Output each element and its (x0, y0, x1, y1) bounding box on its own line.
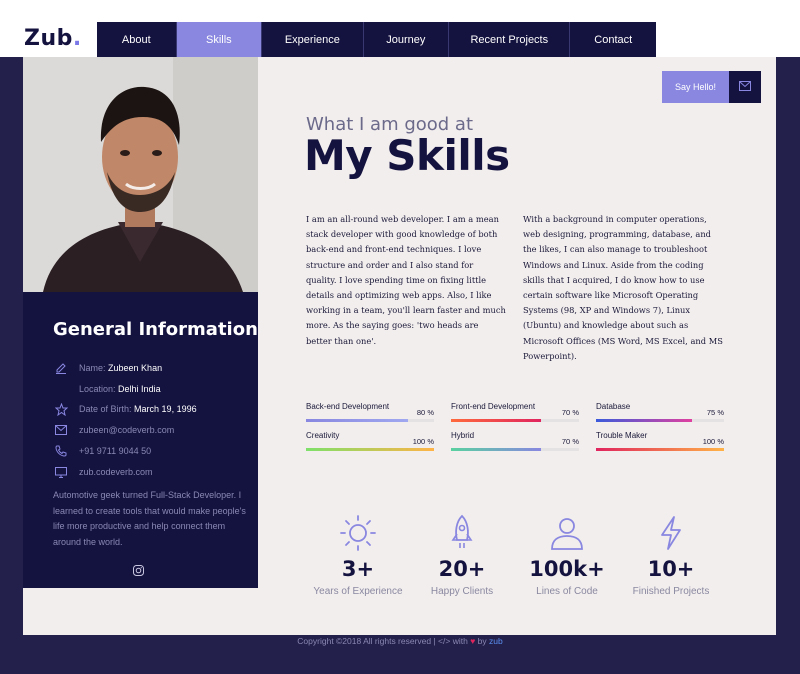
skill-bar: Hybrid 70 % (451, 431, 579, 451)
skill-name: Back-end Development (306, 402, 390, 411)
phone-icon (53, 443, 69, 459)
stat-number: 100k+ (529, 557, 605, 581)
section-title: My Skills (304, 131, 510, 180)
footer-by: by (477, 636, 487, 646)
stat-clients: 20+ Happy Clients (412, 514, 512, 597)
sun-icon (340, 515, 376, 551)
stat-number: 20+ (438, 557, 486, 581)
dob-key: Date of Birth: (79, 404, 132, 414)
skill-fill (596, 419, 692, 422)
mail-button[interactable] (729, 71, 761, 103)
rocket-icon (451, 514, 473, 548)
skill-fill (306, 419, 409, 422)
about-left-paragraph: I am an all-round web developer. I am a … (306, 214, 506, 346)
dob-value: March 19, 1996 (134, 404, 197, 414)
say-hello-button[interactable]: Say Hello! (662, 71, 729, 103)
info-location: Location: Delhi India (53, 381, 161, 397)
skill-track (596, 448, 724, 451)
logo[interactable]: Zub. (24, 26, 82, 51)
skill-bar: Database 75 % (596, 402, 724, 422)
skill-fill (596, 448, 724, 451)
nav-journey[interactable]: Journey (364, 22, 450, 57)
skill-fill (451, 448, 541, 451)
stat-code: 100k+ Lines of Code (517, 514, 617, 597)
stat-experience: 3+ Years of Experience (308, 514, 408, 597)
nav-experience[interactable]: Experience (262, 22, 364, 57)
nav-recent-projects[interactable]: Recent Projects (449, 22, 571, 57)
skill-name: Hybrid (451, 431, 475, 440)
footer-brand-link[interactable]: zub (489, 636, 503, 646)
email-link[interactable]: zubeen@codeverb.com (79, 425, 174, 435)
skill-track (306, 448, 434, 451)
location-key: Location: (79, 384, 116, 394)
star-icon (53, 401, 69, 417)
name-value: Zubeen Khan (108, 363, 163, 373)
info-dob: Date of Birth: March 19, 1996 (53, 401, 197, 417)
skill-percent: 100 % (702, 437, 724, 446)
nav-contact[interactable]: Contact (570, 22, 656, 57)
copyright-text: Copyright ©2018 All rights reserved | </… (297, 636, 468, 646)
footer: Copyright ©2018 All rights reserved | </… (0, 636, 800, 646)
nav-skills[interactable]: Skills (176, 22, 263, 57)
name-key: Name: (79, 363, 106, 373)
pencil-icon (53, 360, 69, 376)
skill-percent: 70 % (561, 408, 579, 417)
skill-fill (451, 419, 541, 422)
skill-track (306, 419, 434, 422)
user-icon (551, 518, 583, 550)
envelope-icon (739, 78, 751, 96)
stat-number: 3+ (341, 557, 375, 581)
skill-percent: 75 % (706, 408, 724, 417)
nav-about[interactable]: About (97, 22, 177, 57)
info-name: Name: Zubeen Khan (53, 360, 162, 376)
skill-bar: Back-end Development 80 % (306, 402, 434, 422)
website-link[interactable]: zub.codeverb.com (79, 467, 153, 477)
stat-label: Finished Projects (632, 586, 710, 597)
stat-number: 10+ (647, 557, 695, 581)
stat-label: Happy Clients (430, 586, 494, 597)
skill-bar: Trouble Maker 100 % (596, 431, 724, 451)
skill-bar: Creativity 100 % (306, 431, 434, 451)
skill-track (451, 448, 579, 451)
skill-name: Creativity (306, 431, 340, 440)
skill-name: Front-end Development (451, 402, 536, 411)
info-email: zubeen@codeverb.com (53, 422, 174, 438)
info-phone: +91 9711 9044 50 (53, 443, 151, 459)
skill-track (451, 419, 579, 422)
skill-track (596, 419, 724, 422)
general-info-panel: General Information Name: Zubeen Khan Lo… (23, 292, 258, 588)
stat-projects: 10+ Finished Projects (621, 514, 721, 597)
profile-photo (23, 57, 258, 292)
skill-bar: Front-end Development 70 % (451, 402, 579, 422)
skill-name: Database (596, 402, 631, 411)
instagram-icon[interactable] (133, 563, 145, 576)
about-right-paragraph: With a background in computer operations… (523, 214, 723, 361)
heart-icon: ♥ (470, 636, 476, 646)
skill-name: Trouble Maker (596, 431, 648, 440)
skill-percent: 100 % (412, 437, 434, 446)
main-nav: About Skills Experience Journey Recent P… (97, 22, 656, 57)
lightning-icon (661, 516, 681, 550)
stat-label: Years of Experience (313, 586, 403, 597)
skill-percent: 80 % (416, 408, 434, 417)
phone-link[interactable]: +91 9711 9044 50 (79, 446, 151, 456)
skill-percent: 70 % (561, 437, 579, 446)
location-value: Delhi India (118, 384, 161, 394)
skill-fill (306, 448, 434, 451)
stat-label: Lines of Code (536, 586, 598, 597)
general-info-title: General Information (53, 319, 258, 340)
mail-icon (53, 422, 69, 438)
bio-text: Automotive geek turned Full-Stack Develo… (53, 490, 246, 547)
info-website: zub.codeverb.com (53, 464, 153, 480)
monitor-icon (53, 464, 69, 480)
